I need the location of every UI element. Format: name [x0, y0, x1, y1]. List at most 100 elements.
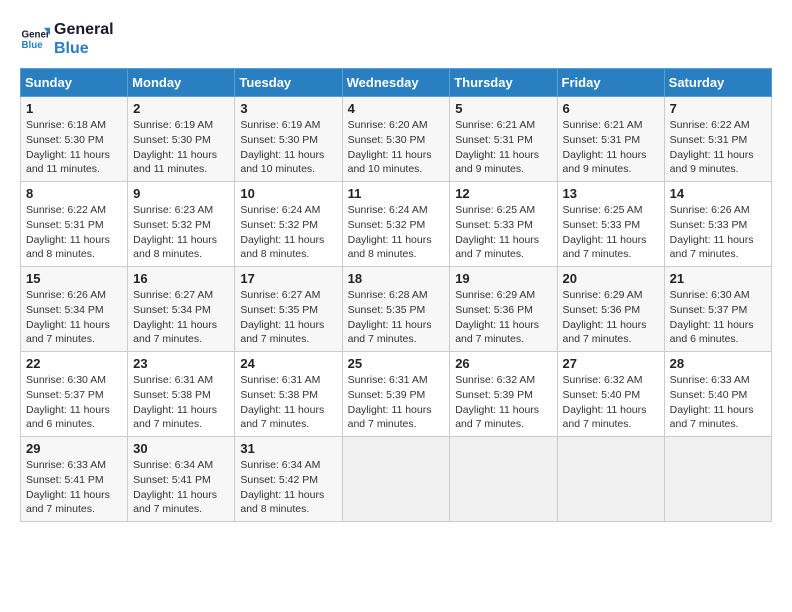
- calendar-cell: [664, 437, 771, 522]
- day-info: Sunrise: 6:22 AMSunset: 5:31 PMDaylight:…: [670, 118, 766, 177]
- day-number: 31: [240, 441, 336, 456]
- day-header-sunday: Sunday: [21, 69, 128, 97]
- calendar-cell: [342, 437, 450, 522]
- day-header-friday: Friday: [557, 69, 664, 97]
- day-header-tuesday: Tuesday: [235, 69, 342, 97]
- day-info: Sunrise: 6:21 AMSunset: 5:31 PMDaylight:…: [563, 118, 659, 177]
- day-info: Sunrise: 6:25 AMSunset: 5:33 PMDaylight:…: [455, 203, 551, 262]
- day-info: Sunrise: 6:31 AMSunset: 5:38 PMDaylight:…: [240, 373, 336, 432]
- calendar-cell: 9Sunrise: 6:23 AMSunset: 5:32 PMDaylight…: [128, 182, 235, 267]
- day-info: Sunrise: 6:26 AMSunset: 5:34 PMDaylight:…: [26, 288, 122, 347]
- calendar-week-4: 22 Sunrise: 6:30 AMSunset: 5:37 PMDayligh…: [21, 352, 772, 437]
- day-info: Sunrise: 6:30 AMSunset: 5:37 PMDaylight:…: [26, 373, 122, 432]
- calendar-week-2: 8Sunrise: 6:22 AMSunset: 5:31 PMDaylight…: [21, 182, 772, 267]
- calendar-cell: 10Sunrise: 6:24 AMSunset: 5:32 PMDayligh…: [235, 182, 342, 267]
- day-info: Sunrise: 6:32 AMSunset: 5:40 PMDaylight:…: [563, 373, 659, 432]
- day-number: 4: [348, 101, 445, 116]
- day-number: 6: [563, 101, 659, 116]
- calendar-cell: 22 Sunrise: 6:30 AMSunset: 5:37 PMDayligh…: [21, 352, 128, 437]
- day-number: 19: [455, 271, 551, 286]
- calendar-week-5: 29 Sunrise: 6:33 AMSunset: 5:41 PMDayligh…: [21, 437, 772, 522]
- day-number: 27: [563, 356, 659, 371]
- calendar-cell: 12 Sunrise: 6:25 AMSunset: 5:33 PMDayligh…: [450, 182, 557, 267]
- day-info: Sunrise: 6:18 AMSunset: 5:30 PMDaylight:…: [26, 118, 122, 177]
- day-info: Sunrise: 6:19 AMSunset: 5:30 PMDaylight:…: [133, 118, 229, 177]
- day-number: 1: [26, 101, 122, 116]
- day-info: Sunrise: 6:27 AMSunset: 5:34 PMDaylight:…: [133, 288, 229, 347]
- day-number: 22: [26, 356, 122, 371]
- calendar-cell: 16Sunrise: 6:27 AMSunset: 5:34 PMDayligh…: [128, 267, 235, 352]
- day-number: 18: [348, 271, 445, 286]
- day-number: 9: [133, 186, 229, 201]
- calendar-cell: 3 Sunrise: 6:19 AMSunset: 5:30 PMDaylight…: [235, 97, 342, 182]
- day-number: 11: [348, 186, 445, 201]
- calendar-week-1: 1 Sunrise: 6:18 AMSunset: 5:30 PMDaylight…: [21, 97, 772, 182]
- day-info: Sunrise: 6:33 AMSunset: 5:41 PMDaylight:…: [26, 458, 122, 517]
- calendar-week-3: 15 Sunrise: 6:26 AMSunset: 5:34 PMDayligh…: [21, 267, 772, 352]
- calendar-cell: 1 Sunrise: 6:18 AMSunset: 5:30 PMDaylight…: [21, 97, 128, 182]
- calendar-cell: 2 Sunrise: 6:19 AMSunset: 5:30 PMDaylight…: [128, 97, 235, 182]
- calendar-cell: 14 Sunrise: 6:26 AMSunset: 5:33 PMDayligh…: [664, 182, 771, 267]
- calendar-cell: 5Sunrise: 6:21 AMSunset: 5:31 PMDaylight…: [450, 97, 557, 182]
- calendar-header-row: SundayMondayTuesdayWednesdayThursdayFrid…: [21, 69, 772, 97]
- calendar-cell: 26Sunrise: 6:32 AMSunset: 5:39 PMDayligh…: [450, 352, 557, 437]
- calendar-cell: 6 Sunrise: 6:21 AMSunset: 5:31 PMDaylight…: [557, 97, 664, 182]
- day-info: Sunrise: 6:24 AMSunset: 5:32 PMDaylight:…: [348, 203, 445, 262]
- calendar-cell: [557, 437, 664, 522]
- day-info: Sunrise: 6:31 AMSunset: 5:39 PMDaylight:…: [348, 373, 445, 432]
- calendar-cell: 13Sunrise: 6:25 AMSunset: 5:33 PMDayligh…: [557, 182, 664, 267]
- calendar-cell: 23 Sunrise: 6:31 AMSunset: 5:38 PMDayligh…: [128, 352, 235, 437]
- calendar-cell: 29 Sunrise: 6:33 AMSunset: 5:41 PMDayligh…: [21, 437, 128, 522]
- day-number: 3: [240, 101, 336, 116]
- day-number: 17: [240, 271, 336, 286]
- day-info: Sunrise: 6:19 AMSunset: 5:30 PMDaylight:…: [240, 118, 336, 177]
- day-info: Sunrise: 6:25 AMSunset: 5:33 PMDaylight:…: [563, 203, 659, 262]
- day-number: 2: [133, 101, 229, 116]
- calendar-cell: 21Sunrise: 6:30 AMSunset: 5:37 PMDayligh…: [664, 267, 771, 352]
- calendar-cell: [450, 437, 557, 522]
- calendar-cell: 7Sunrise: 6:22 AMSunset: 5:31 PMDaylight…: [664, 97, 771, 182]
- day-info: Sunrise: 6:32 AMSunset: 5:39 PMDaylight:…: [455, 373, 551, 432]
- day-info: Sunrise: 6:34 AMSunset: 5:42 PMDaylight:…: [240, 458, 336, 517]
- day-number: 29: [26, 441, 122, 456]
- day-number: 25: [348, 356, 445, 371]
- day-number: 20: [563, 271, 659, 286]
- day-info: Sunrise: 6:20 AMSunset: 5:30 PMDaylight:…: [348, 118, 445, 177]
- svg-text:Blue: Blue: [22, 40, 44, 51]
- day-header-thursday: Thursday: [450, 69, 557, 97]
- logo: General Blue General Blue: [20, 20, 114, 58]
- day-number: 30: [133, 441, 229, 456]
- calendar-cell: 18 Sunrise: 6:28 AMSunset: 5:35 PMDayligh…: [342, 267, 450, 352]
- logo-icon: General Blue: [20, 24, 50, 54]
- day-info: Sunrise: 6:27 AMSunset: 5:35 PMDaylight:…: [240, 288, 336, 347]
- day-info: Sunrise: 6:31 AMSunset: 5:38 PMDaylight:…: [133, 373, 229, 432]
- day-number: 14: [670, 186, 766, 201]
- day-number: 15: [26, 271, 122, 286]
- day-info: Sunrise: 6:29 AMSunset: 5:36 PMDaylight:…: [455, 288, 551, 347]
- calendar-cell: 8Sunrise: 6:22 AMSunset: 5:31 PMDaylight…: [21, 182, 128, 267]
- day-info: Sunrise: 6:28 AMSunset: 5:35 PMDaylight:…: [348, 288, 445, 347]
- day-info: Sunrise: 6:34 AMSunset: 5:41 PMDaylight:…: [133, 458, 229, 517]
- day-number: 10: [240, 186, 336, 201]
- logo-text-blue: Blue: [54, 39, 114, 58]
- logo-text-general: General: [54, 20, 114, 39]
- calendar-cell: 4 Sunrise: 6:20 AMSunset: 5:30 PMDaylight…: [342, 97, 450, 182]
- calendar-cell: 25 Sunrise: 6:31 AMSunset: 5:39 PMDayligh…: [342, 352, 450, 437]
- calendar-table: SundayMondayTuesdayWednesdayThursdayFrid…: [20, 68, 772, 522]
- day-info: Sunrise: 6:21 AMSunset: 5:31 PMDaylight:…: [455, 118, 551, 177]
- day-header-wednesday: Wednesday: [342, 69, 450, 97]
- calendar-cell: 11 Sunrise: 6:24 AMSunset: 5:32 PMDayligh…: [342, 182, 450, 267]
- svg-text:General: General: [22, 30, 51, 41]
- calendar-cell: 15 Sunrise: 6:26 AMSunset: 5:34 PMDayligh…: [21, 267, 128, 352]
- calendar-cell: 31 Sunrise: 6:34 AMSunset: 5:42 PMDayligh…: [235, 437, 342, 522]
- calendar-cell: 27 Sunrise: 6:32 AMSunset: 5:40 PMDayligh…: [557, 352, 664, 437]
- calendar-cell: 17 Sunrise: 6:27 AMSunset: 5:35 PMDayligh…: [235, 267, 342, 352]
- day-number: 24: [240, 356, 336, 371]
- calendar-cell: 30 Sunrise: 6:34 AMSunset: 5:41 PMDayligh…: [128, 437, 235, 522]
- day-number: 23: [133, 356, 229, 371]
- day-info: Sunrise: 6:26 AMSunset: 5:33 PMDaylight:…: [670, 203, 766, 262]
- day-number: 12: [455, 186, 551, 201]
- day-header-monday: Monday: [128, 69, 235, 97]
- day-header-saturday: Saturday: [664, 69, 771, 97]
- day-number: 8: [26, 186, 122, 201]
